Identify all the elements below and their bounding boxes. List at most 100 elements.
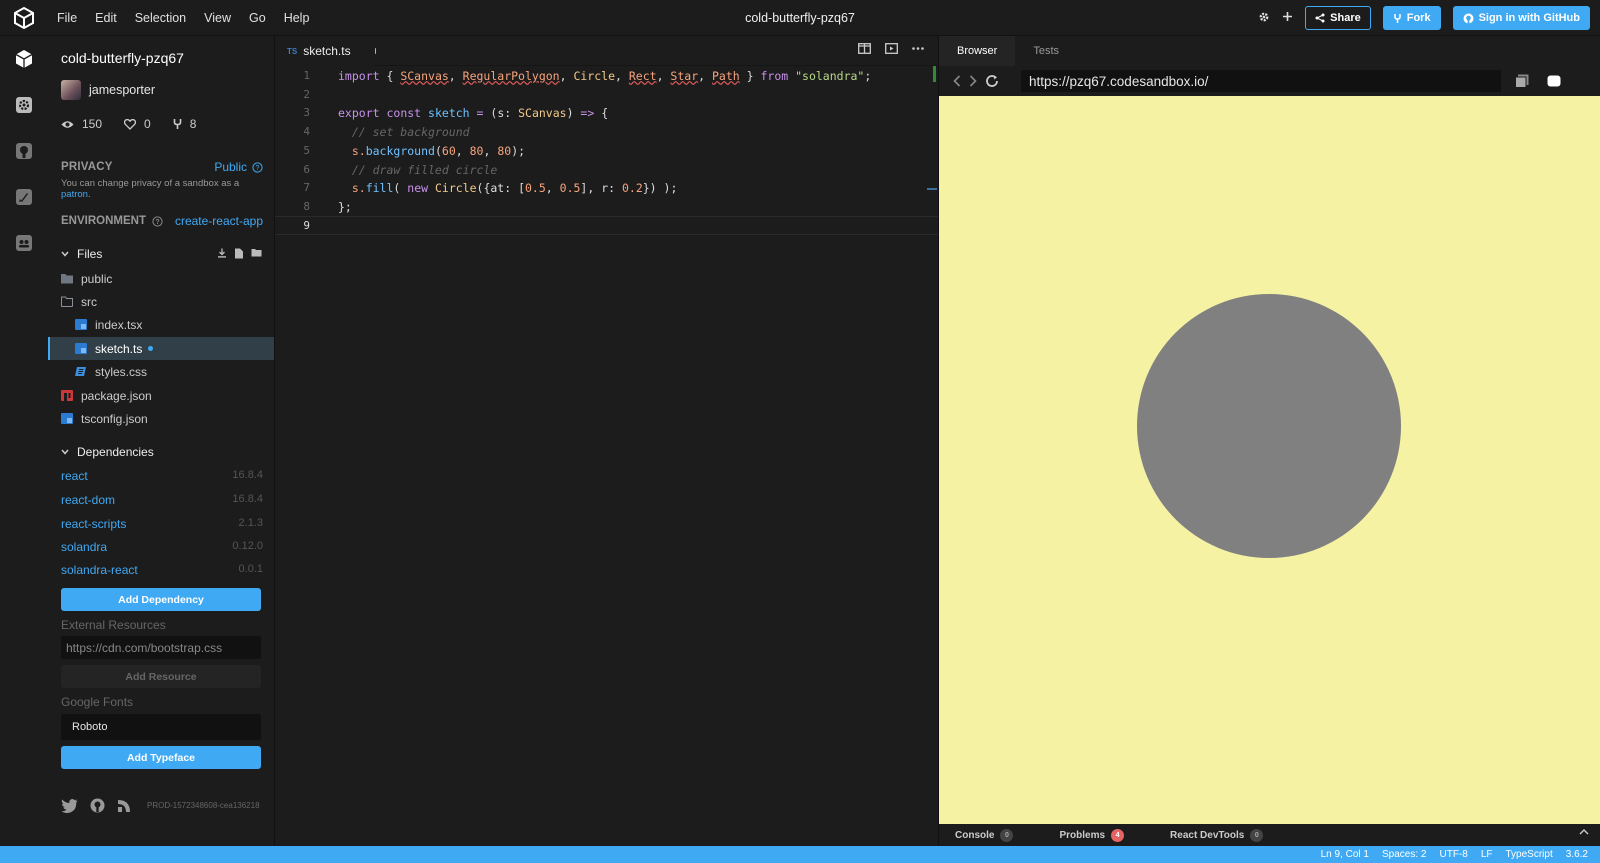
typescript-file-icon xyxy=(75,343,87,354)
tab-browser[interactable]: Browser xyxy=(939,36,1016,66)
dependency-row[interactable]: solandra 0.12.0 xyxy=(61,540,263,554)
toggle-icon[interactable] xyxy=(1547,75,1561,87)
preview-canvas[interactable] xyxy=(939,96,1600,824)
split-editor-icon[interactable] xyxy=(858,43,871,54)
chevron-down-icon xyxy=(61,449,69,455)
share-button[interactable]: Share xyxy=(1305,6,1371,30)
download-icon[interactable] xyxy=(217,248,227,258)
heart-icon xyxy=(124,118,137,130)
cube-icon[interactable] xyxy=(0,36,48,82)
preview-tabs: Browser Tests xyxy=(939,36,1600,66)
file-tree-item-src[interactable]: src xyxy=(48,290,274,313)
sidebar-footer: PROD-1572348608-cea136218 xyxy=(61,798,266,813)
menu-selection[interactable]: Selection xyxy=(126,11,195,25)
rocket-icon[interactable] xyxy=(0,174,48,220)
fork-button[interactable]: Fork xyxy=(1382,6,1441,30)
add-resource-button[interactable]: Add Resource xyxy=(61,665,261,688)
likes-stat[interactable]: 0 xyxy=(124,117,151,131)
menu-edit[interactable]: Edit xyxy=(86,11,126,25)
new-file-icon[interactable] xyxy=(234,248,244,259)
rendered-circle xyxy=(1137,294,1401,558)
back-icon[interactable] xyxy=(953,75,961,87)
dependencies-section-toggle[interactable]: Dependencies xyxy=(61,445,154,459)
menu-help[interactable]: Help xyxy=(275,11,319,25)
language-mode[interactable]: TypeScript xyxy=(1506,849,1553,860)
forward-icon[interactable] xyxy=(969,75,977,87)
sandbox-name: cold-butterfly-pzq67 xyxy=(61,50,184,66)
avatar xyxy=(61,80,81,100)
devtools-tab-console[interactable]: Console 0 xyxy=(939,828,1014,842)
plus-icon[interactable] xyxy=(1282,11,1293,25)
spectrum-icon[interactable] xyxy=(117,799,131,813)
code-line: 8 }; xyxy=(303,199,352,214)
file-tree-item-package-json[interactable]: package.json xyxy=(48,384,274,407)
github-icon[interactable] xyxy=(0,128,48,174)
refresh-icon[interactable] xyxy=(985,74,999,88)
devtools-tab-problems[interactable]: Problems 4 xyxy=(1043,828,1125,842)
files-section-toggle[interactable]: Files xyxy=(61,247,102,261)
add-dependency-button[interactable]: Add Dependency xyxy=(61,588,261,611)
menu-go[interactable]: Go xyxy=(240,11,275,25)
indentation[interactable]: Spaces: 2 xyxy=(1382,849,1426,860)
menu-view[interactable]: View xyxy=(195,11,240,25)
sign-in-label: Sign in with GitHub xyxy=(1478,12,1580,24)
environment-value[interactable]: create-react-app xyxy=(175,214,263,228)
menu-file[interactable]: File xyxy=(48,11,86,25)
url-input[interactable]: https://pzq67.codesandbox.io/ xyxy=(1021,70,1501,92)
dependency-row[interactable]: react-scripts 2.1.3 xyxy=(61,517,263,531)
file-tree-item-sketch-ts[interactable]: sketch.ts xyxy=(48,337,274,360)
new-folder-icon[interactable] xyxy=(251,248,262,257)
preview-panel: Browser Tests https://pzq67.codesandbox.… xyxy=(938,36,1600,846)
views-stat: 150 xyxy=(61,117,102,131)
codesandbox-logo-icon[interactable] xyxy=(0,0,48,36)
file-tree-item-public[interactable]: public xyxy=(48,267,274,290)
files-actions xyxy=(217,248,262,259)
github-icon[interactable] xyxy=(90,798,105,813)
activity-bar xyxy=(0,36,48,846)
tab-tests[interactable]: Tests xyxy=(1015,36,1077,66)
github-icon xyxy=(1463,13,1474,23)
code-editor: TS sketch.ts 1 import { SCanvas, Regular… xyxy=(275,36,938,846)
author[interactable]: jamesporter xyxy=(61,80,155,100)
line-ending[interactable]: LF xyxy=(1481,849,1493,860)
more-icon[interactable] xyxy=(912,47,924,50)
google-font-input[interactable]: Roboto xyxy=(61,714,261,740)
menubar: File Edit Selection View Go Help cold-bu… xyxy=(0,0,1600,36)
svg-text:?: ? xyxy=(155,219,159,226)
code-line: 2 xyxy=(303,88,310,101)
folder-icon xyxy=(61,274,73,284)
devtools-tab-react[interactable]: React DevTools 0 xyxy=(1154,828,1264,842)
sign-in-github-button[interactable]: Sign in with GitHub xyxy=(1452,6,1590,30)
add-typeface-button[interactable]: Add Typeface xyxy=(61,746,261,769)
preview-icon[interactable] xyxy=(885,43,898,54)
chevron-up-icon[interactable] xyxy=(1579,828,1589,836)
privacy-select[interactable]: Public ? xyxy=(214,160,263,174)
overview-ruler-marker xyxy=(927,188,937,190)
share-icon xyxy=(1315,13,1325,23)
dependency-row[interactable]: solandra-react 0.0.1 xyxy=(61,563,263,577)
problems-count-badge: 4 xyxy=(1111,828,1125,842)
code-line: 4 // set background xyxy=(303,124,470,139)
cursor-position[interactable]: Ln 9, Col 1 xyxy=(1321,849,1369,860)
team-icon[interactable] xyxy=(0,220,48,266)
gear-icon[interactable] xyxy=(1258,11,1270,26)
twitter-icon[interactable] xyxy=(61,798,78,813)
open-new-window-icon[interactable] xyxy=(1515,74,1529,88)
editor-tabbar: TS sketch.ts xyxy=(275,36,938,66)
encoding[interactable]: UTF-8 xyxy=(1439,849,1467,860)
settings-icon[interactable] xyxy=(0,82,48,128)
external-resource-input[interactable]: https://cdn.com/bootstrap.css xyxy=(61,636,261,659)
file-tree-item-tsconfig-json[interactable]: tsconfig.json xyxy=(48,407,274,430)
console-count-badge: 0 xyxy=(1000,828,1014,842)
dependency-row[interactable]: react-dom 16.8.4 xyxy=(61,493,263,507)
code-area[interactable]: 1 import { SCanvas, RegularPolygon, Circ… xyxy=(275,66,938,846)
dependency-row[interactable]: react 16.8.4 xyxy=(61,469,263,483)
file-tree-item-index-tsx[interactable]: index.tsx xyxy=(48,313,274,336)
editor-tab-sketch-ts[interactable]: TS sketch.ts xyxy=(275,36,375,66)
unsaved-dot xyxy=(148,346,154,351)
sandbox-stats: 150 0 8 xyxy=(61,117,196,131)
privacy-note: You can change privacy of a sandbox as a… xyxy=(61,178,240,200)
patron-link[interactable]: patron xyxy=(61,189,88,200)
file-tree-item-styles-css[interactable]: styles.css xyxy=(48,360,274,383)
typescript-version[interactable]: 3.6.2 xyxy=(1566,849,1588,860)
